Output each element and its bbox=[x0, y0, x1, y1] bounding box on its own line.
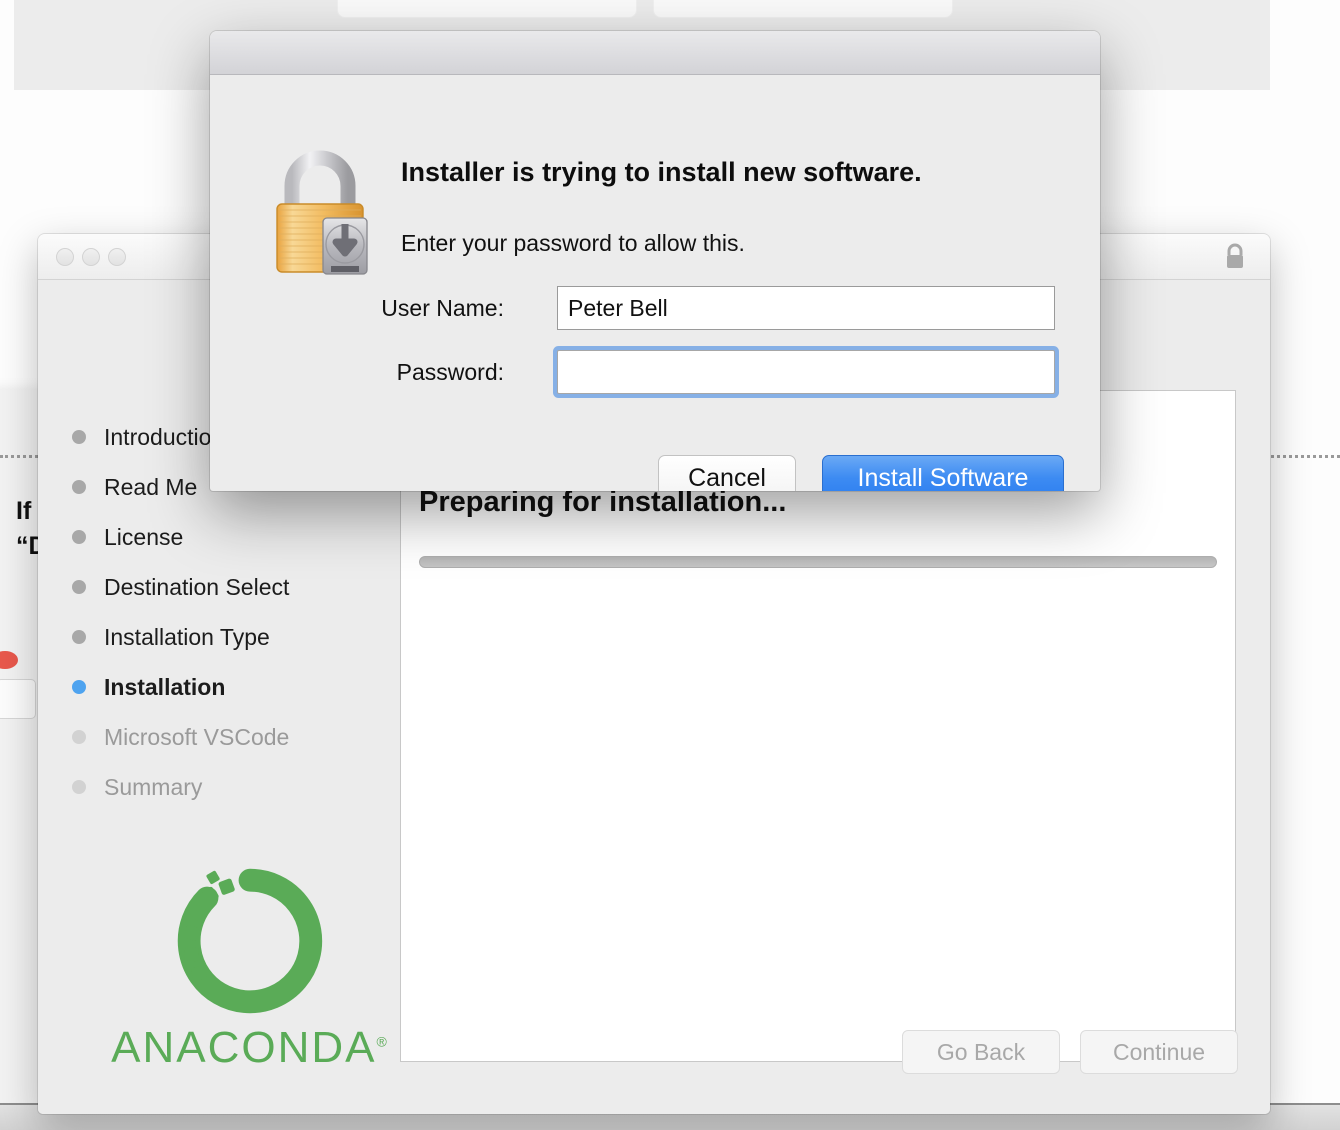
dialog-body: Installer is trying to install new softw… bbox=[210, 75, 1100, 491]
background-close-button[interactable] bbox=[0, 651, 18, 669]
traffic-lights bbox=[56, 248, 126, 266]
close-button[interactable] bbox=[56, 248, 74, 266]
sidebar-item-destination-select[interactable]: Destination Select bbox=[72, 562, 402, 612]
step-label: Microsoft VSCode bbox=[104, 723, 290, 750]
sidebar-item-license[interactable]: License bbox=[72, 512, 402, 562]
step-label: Installation Type bbox=[104, 623, 270, 650]
anaconda-wordmark: ANACONDA® bbox=[100, 1023, 400, 1073]
step-dot-icon bbox=[72, 580, 86, 594]
install-software-button[interactable]: Install Software bbox=[822, 455, 1064, 491]
step-dot-icon bbox=[72, 780, 86, 794]
step-dot-icon bbox=[72, 430, 86, 444]
screen: F D S If “D HEXXXXXT XXXXX bbox=[0, 0, 1340, 1130]
step-label: Read Me bbox=[104, 473, 198, 500]
step-label: Installation bbox=[104, 673, 226, 700]
step-label: Introduction bbox=[104, 423, 225, 450]
step-dot-icon bbox=[72, 630, 86, 644]
sidebar-item-summary[interactable]: Summary bbox=[72, 762, 402, 812]
step-label: License bbox=[104, 523, 184, 550]
username-label: User Name: bbox=[381, 295, 504, 321]
username-input[interactable] bbox=[557, 286, 1055, 330]
step-label: Summary bbox=[104, 773, 203, 800]
step-dot-icon bbox=[72, 680, 86, 694]
password-row: Password: bbox=[210, 350, 1100, 394]
cancel-button[interactable]: Cancel bbox=[658, 455, 796, 491]
password-label: Password: bbox=[396, 359, 504, 385]
dialog-subheading: Enter your password to allow this. bbox=[401, 230, 745, 256]
background-sidebar-tile bbox=[0, 679, 36, 719]
lock-icon[interactable] bbox=[1222, 243, 1248, 271]
dialog-heading: Installer is trying to install new softw… bbox=[401, 157, 922, 187]
anaconda-logo: ANACONDA® bbox=[100, 865, 400, 1073]
background-card-right bbox=[653, 0, 953, 18]
dialog-titlebar[interactable] bbox=[210, 31, 1100, 75]
background-text-if: If bbox=[16, 497, 32, 525]
continue-button[interactable]: Continue bbox=[1080, 1030, 1238, 1074]
step-dot-icon bbox=[72, 530, 86, 544]
dialog-actions: Cancel Install Software bbox=[658, 455, 1064, 491]
sidebar-item-installation-type[interactable]: Installation Type bbox=[72, 612, 402, 662]
padlock-download-icon bbox=[276, 150, 368, 275]
step-dot-icon bbox=[72, 730, 86, 744]
anaconda-name: ANACONDA bbox=[111, 1023, 377, 1072]
go-back-button[interactable]: Go Back bbox=[902, 1030, 1060, 1074]
installer-footer-buttons: Go Back Continue bbox=[902, 1030, 1238, 1074]
step-label: Destination Select bbox=[104, 573, 290, 600]
sidebar-item-installation[interactable]: Installation bbox=[72, 662, 402, 712]
authentication-dialog: Installer is trying to install new softw… bbox=[210, 31, 1100, 491]
anaconda-mark-icon bbox=[177, 868, 323, 1014]
background-card-left bbox=[337, 0, 637, 18]
installation-progress-bar bbox=[419, 556, 1217, 568]
minimize-button[interactable] bbox=[82, 248, 100, 266]
step-dot-icon bbox=[72, 480, 86, 494]
sidebar-item-microsoft-vscode[interactable]: Microsoft VSCode bbox=[72, 712, 402, 762]
anaconda-trademark: ® bbox=[376, 1033, 389, 1050]
password-input[interactable] bbox=[557, 350, 1055, 394]
username-row: User Name: bbox=[210, 286, 1100, 330]
zoom-button[interactable] bbox=[108, 248, 126, 266]
